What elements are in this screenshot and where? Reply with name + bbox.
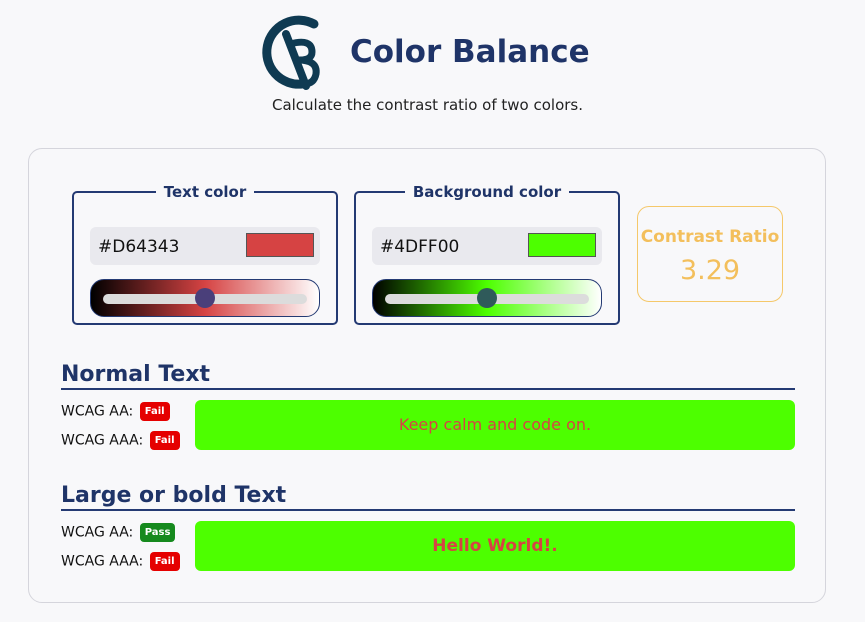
text-color-hex-field[interactable]: #D64343 xyxy=(90,227,320,265)
large-wcag-aaa-label: WCAG AAA: xyxy=(61,553,144,570)
background-color-panel: Background color #4DFF00 xyxy=(354,183,620,325)
large-wcag-aa: WCAG AA: Pass xyxy=(61,523,176,542)
background-color-legend: Background color xyxy=(412,183,562,201)
contrast-ratio-panel: Contrast Ratio 3.29 xyxy=(637,206,783,302)
background-color-swatch[interactable] xyxy=(528,233,596,257)
background-color-slider-thumb[interactable] xyxy=(477,288,497,308)
normal-wcag-aa-label: WCAG AA: xyxy=(61,403,134,420)
contrast-ratio-label: Contrast Ratio xyxy=(640,227,780,247)
large-wcag-aa-badge: Pass xyxy=(139,523,176,542)
app-title: Color Balance xyxy=(350,34,590,70)
text-color-hex-value[interactable]: #D64343 xyxy=(98,237,179,257)
large-wcag-aaa-badge: Fail xyxy=(149,552,180,571)
normal-wcag-aaa: WCAG AAA: Fail xyxy=(61,431,180,450)
background-color-hex-value[interactable]: #4DFF00 xyxy=(380,237,459,257)
large-text-preview: Hello World!. xyxy=(195,521,795,571)
normal-wcag-aa: WCAG AA: Fail xyxy=(61,402,170,421)
text-color-slider-thumb[interactable] xyxy=(195,288,215,308)
text-color-swatch[interactable] xyxy=(246,233,314,257)
background-color-slider[interactable] xyxy=(372,279,602,317)
large-wcag-aa-label: WCAG AA: xyxy=(61,524,134,541)
text-color-legend: Text color xyxy=(163,183,247,201)
normal-text-heading: Normal Text xyxy=(61,362,795,390)
background-color-hex-field[interactable]: #4DFF00 xyxy=(372,227,602,265)
app-subtitle-text: Calculate the contrast ratio of two colo… xyxy=(271,96,584,114)
text-color-panel: Text color #D64343 xyxy=(72,183,338,325)
contrast-card: Text color #D64343 Background color #4DF… xyxy=(28,148,826,603)
normal-wcag-aaa-badge: Fail xyxy=(149,431,180,450)
large-wcag-aaa: WCAG AAA: Fail xyxy=(61,552,180,571)
normal-wcag-aaa-label: WCAG AAA: xyxy=(61,432,144,449)
header: Color Balance Calculate the contrast rat… xyxy=(0,0,865,130)
large-text-heading: Large or bold Text xyxy=(61,483,795,511)
normal-text-preview: Keep calm and code on. xyxy=(195,400,795,450)
normal-wcag-aa-badge: Fail xyxy=(139,402,170,421)
color-balance-logo-icon xyxy=(262,15,320,90)
app-subtitle: Calculate the contrast ratio of two colo… xyxy=(0,96,865,114)
contrast-ratio-value: 3.29 xyxy=(679,255,741,286)
text-color-slider[interactable] xyxy=(90,279,320,317)
